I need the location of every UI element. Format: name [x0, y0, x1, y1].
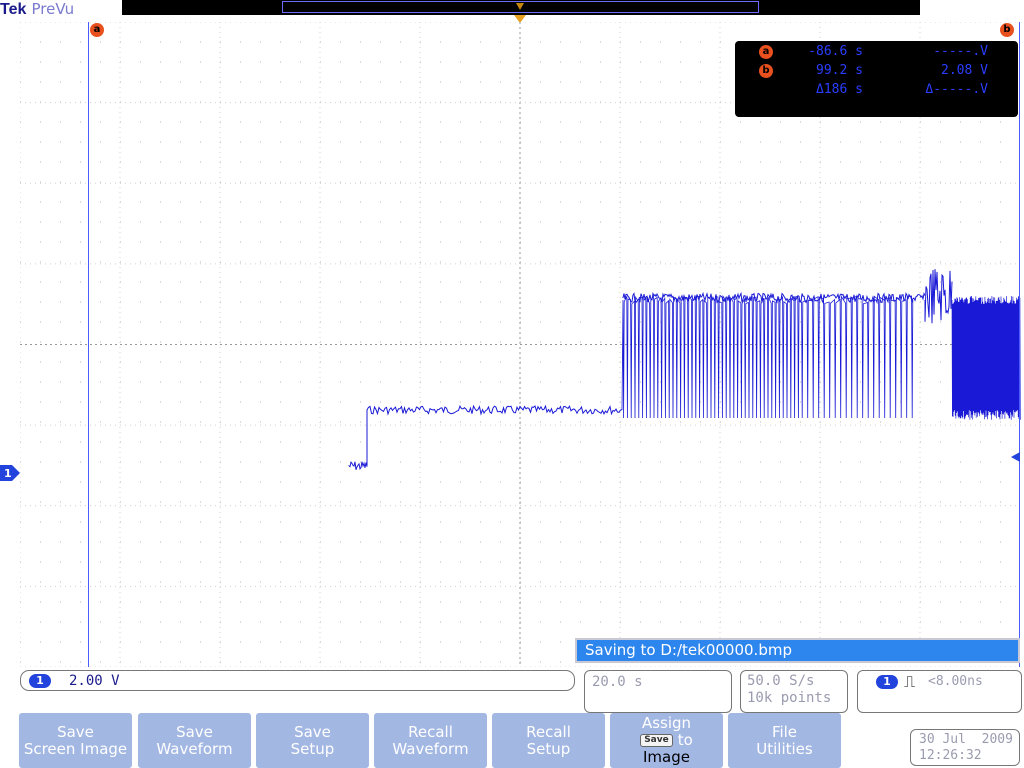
softkey-label-line1: Save	[57, 722, 94, 741]
trigger-box[interactable]: 1 ⎍ <8.00ns	[857, 670, 1022, 713]
softkey-label-line2: Setup	[290, 739, 335, 758]
cursor-readout-panel: a -86.6 s -----.V b 99.2 s 2.08 V Δ186 s…	[735, 41, 1018, 117]
cursor-b-readout: b 99.2 s 2.08 V	[735, 62, 1018, 80]
softkey-label-line2: Setup	[526, 739, 571, 758]
cursor-a-line[interactable]	[88, 22, 89, 667]
trigger-level: <8.00ns	[928, 674, 983, 689]
softkey-label-line2: Utilities	[756, 739, 813, 758]
softkey-label-line1: Assign	[641, 714, 692, 732]
trigger-level-marker[interactable]	[1008, 451, 1022, 463]
cursor-a-time: -86.6 s	[808, 44, 863, 59]
timebase-box[interactable]: 20.0 s	[584, 670, 732, 713]
softkey-label-line1: Recall	[408, 722, 453, 741]
cursor-b-icon: b	[759, 64, 773, 78]
trace-low-level	[348, 404, 623, 470]
softkey-save-to-row: Save to	[610, 732, 723, 749]
channel-1-pill: 1	[29, 674, 51, 688]
recall-waveform-button[interactable]: Recall Waveform	[374, 713, 487, 768]
softkey-label-line1: Save	[176, 722, 213, 741]
saving-status-banner: Saving to D:/tek00000.bmp	[575, 638, 1020, 663]
cursor-delta-readout: Δ186 s Δ-----.V	[735, 81, 1018, 99]
softkey-label-line1: Recall	[526, 722, 571, 741]
trace-pulse-burst	[621, 294, 914, 419]
assign-save-to-image-button[interactable]: Assign Save to Image	[610, 713, 723, 768]
cursor-a-readout: a -86.6 s -----.V	[735, 43, 1018, 61]
trace-dense-tail	[951, 296, 1021, 420]
softkey-label-line1: Save	[294, 722, 331, 741]
sample-rate: 50.0 S/s	[747, 673, 815, 689]
cursor-b-badge[interactable]: b	[1000, 23, 1014, 37]
cursor-delta-voltage: Δ-----.V	[925, 82, 988, 97]
save-setup-button[interactable]: Save Setup	[256, 713, 369, 768]
cursor-b-line[interactable]	[1019, 22, 1020, 667]
channel-1-scale: 2.00 V	[69, 673, 120, 689]
softkey-label-line1: File	[771, 722, 798, 741]
cursor-a-icon: a	[759, 45, 773, 59]
cursor-a-badge[interactable]: a	[90, 23, 104, 37]
pulse-width-trigger-icon: ⎍	[904, 672, 916, 691]
softkey-label-line3: Image	[643, 748, 690, 766]
svg-text:1: 1	[4, 467, 12, 480]
timebase-scale: 20.0 s	[592, 674, 643, 690]
date-time-display: 30 Jul 2009 12:26:32	[910, 729, 1020, 766]
softkey-label-line2: Screen Image	[23, 739, 128, 758]
softkey-label-line2: Waveform	[156, 739, 233, 758]
file-utilities-button[interactable]: File Utilities	[728, 713, 841, 768]
channel-1-ground-marker[interactable]: 1	[0, 464, 22, 482]
softkey-label-line2: to	[677, 731, 693, 749]
save-waveform-button[interactable]: Save Waveform	[138, 713, 251, 768]
channel-1-scale-box[interactable]: 1 2.00 V	[20, 670, 575, 691]
acquisition-box[interactable]: 50.0 S/s 10k points	[740, 670, 848, 713]
cursor-b-time: 99.2 s	[816, 63, 863, 78]
cursor-b-voltage: 2.08 V	[941, 63, 988, 78]
save-screen-image-button[interactable]: Save Screen Image	[19, 713, 132, 768]
save-button-icon: Save	[640, 734, 673, 747]
time: 12:26:32	[919, 748, 982, 763]
softkey-label-line2: Waveform	[392, 739, 469, 758]
date: 30 Jul 2009	[919, 732, 1013, 747]
trigger-channel-pill: 1	[876, 675, 898, 689]
trace-spike	[924, 269, 953, 324]
recall-setup-button[interactable]: Recall Setup	[492, 713, 605, 768]
record-length: 10k points	[747, 690, 832, 706]
cursor-a-voltage: -----.V	[933, 44, 988, 59]
cursor-delta-time: Δ186 s	[816, 82, 863, 97]
